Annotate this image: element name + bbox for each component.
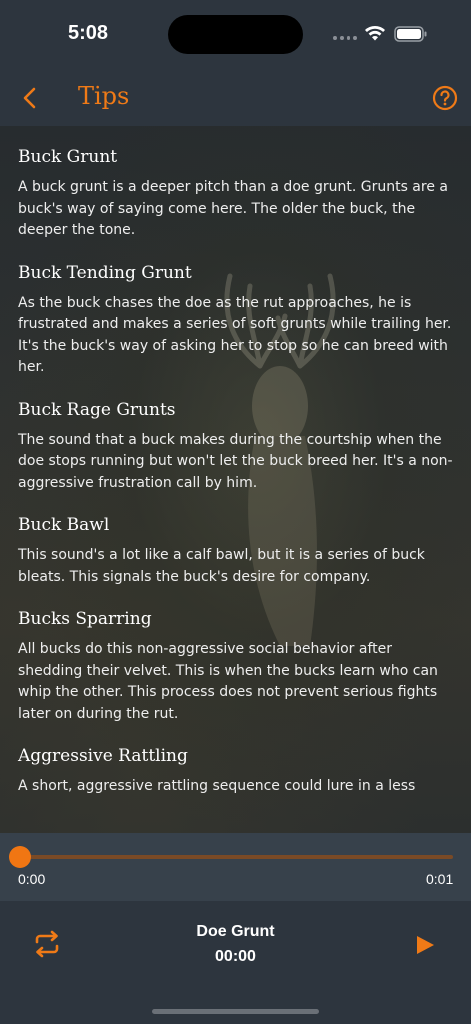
tip-title: Bucks Sparring [18,609,152,629]
progress-track[interactable] [20,855,453,859]
tips-list: Buck Grunt A buck grunt is a deeper pitc… [18,146,458,818]
battery-icon [394,26,427,42]
help-icon[interactable] [432,85,458,111]
track-name: Doe Grunt [196,923,275,940]
tip-item: Aggressive Rattling A short, aggressive … [18,745,458,798]
total-time: 0:01 [426,871,454,887]
repeat-icon[interactable] [32,929,62,959]
status-time: 5:08 [68,22,109,44]
wifi-icon [365,26,385,41]
tip-title: Aggressive Rattling [18,746,188,766]
tip-item: Buck Grunt A buck grunt is a deeper pitc… [18,146,458,242]
tip-body: A short, aggressive rattling sequence co… [18,778,416,794]
tip-title: Buck Bawl [18,515,110,535]
current-time: 0:00 [18,871,46,887]
tip-item: Buck Bawl This sound's a lot like a calf… [18,514,458,588]
play-icon[interactable] [414,934,436,956]
tip-title: Buck Grunt [18,147,118,167]
tip-body: The sound that a buck makes during the c… [18,431,453,491]
tip-title: Buck Tending Grunt [18,262,192,283]
tip-body: A buck grunt is a deeper pitch than a do… [18,179,448,238]
tip-body: This sound's a lot like a calf bawl, but… [18,547,425,585]
audio-progress: 0:00 0:01 [0,833,471,901]
tips-content[interactable]: Buck Grunt A buck grunt is a deeper pitc… [0,126,471,833]
tip-item: Buck Tending Grunt As the buck chases th… [18,262,458,379]
player-bar: Doe Grunt 00:00 [0,901,471,1024]
tip-item: Buck Rage Grunts The sound that a buck m… [18,399,458,495]
tip-title: Buck Rage Grunts [18,399,176,420]
page-title: Tips [78,82,130,110]
tip-item: Bucks Sparring All bucks do this non-agg… [18,608,458,725]
dynamic-island [168,15,303,54]
navigation-bar: Tips [0,68,471,126]
progress-thumb[interactable] [9,846,31,868]
tip-body: As the buck chases the doe as the rut ap… [18,294,452,376]
cellular-signal-icon [333,36,357,42]
status-bar: 5:08 [0,0,471,68]
tip-body: All bucks do this non-aggressive social … [18,641,438,722]
header: 5:08 Tips [0,0,471,126]
track-elapsed: 00:00 [215,948,256,965]
home-indicator [152,1009,319,1014]
back-chevron-icon[interactable] [20,86,40,110]
